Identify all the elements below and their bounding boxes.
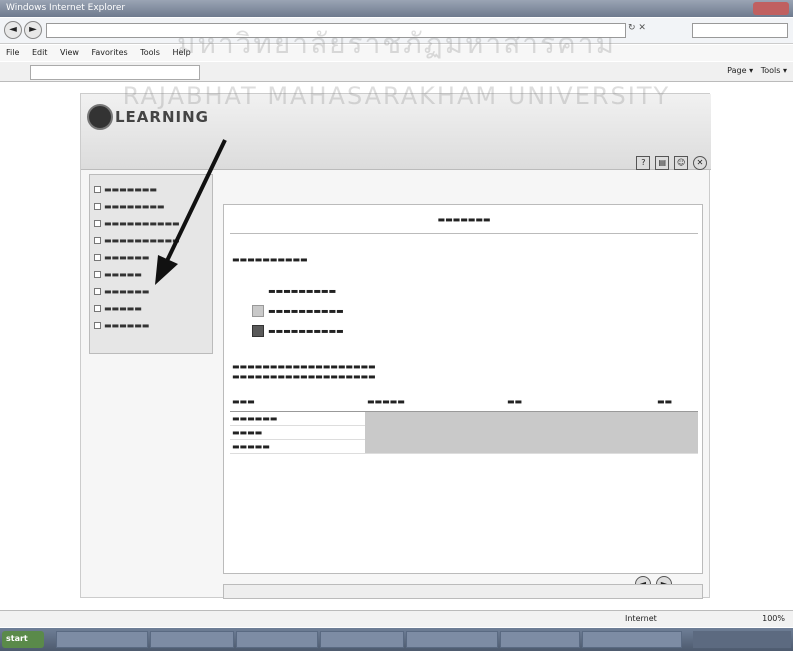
help-icon[interactable]: ? <box>636 156 651 170</box>
section-label: ▬▬▬▬▬▬▬▬▬▬ <box>232 255 308 264</box>
legend-item-2: ▬▬▬▬▬▬▬▬▬▬ <box>252 305 344 317</box>
page-header: LEARNING ? ▤ ☺ ✕ <box>81 94 711 170</box>
sidebar-item-7[interactable]: ▬▬▬▬▬▬ <box>94 283 208 300</box>
people-icon[interactable]: ☺ <box>674 156 689 170</box>
data-table: ▬▬▬ ▬▬▬▬▬ ▬▬ ▬▬ ▬▬▬▬▬▬ ▬▬▬▬ ▬▬▬▬▬ <box>230 393 698 454</box>
sidebar-item-8[interactable]: ▬▬▬▬▬ <box>94 300 208 317</box>
sidebar-item-4[interactable]: ▬▬▬▬▬▬▬▬▬▬ <box>94 232 208 249</box>
table-cell: ▬▬▬▬▬▬ <box>230 411 365 426</box>
table-cell: ▬▬▬▬▬ <box>230 439 365 454</box>
table-shaded-cell <box>365 411 698 454</box>
main-content: ▬▬▬▬▬▬▬ ▬▬▬▬▬▬▬▬▬▬ ▬▬▬▬▬▬▬▬▬ ▬▬▬▬▬▬▬▬▬▬ … <box>223 204 703 574</box>
logo-text: LEARNING <box>115 108 209 126</box>
browser-tab[interactable] <box>30 65 200 80</box>
sidebar-item-1[interactable]: ▬▬▬▬▬▬▬ <box>94 181 208 198</box>
window-title: Windows Internet Explorer <box>6 3 126 13</box>
start-button[interactable]: start <box>2 631 44 648</box>
taskbar-item[interactable] <box>582 631 682 648</box>
url-field[interactable] <box>46 23 626 38</box>
checkbox-icon <box>94 203 101 210</box>
sidebar-item-5[interactable]: ▬▬▬▬▬▬ <box>94 249 208 266</box>
table-header: ▬▬ <box>505 393 655 412</box>
browser-viewport: LEARNING ? ▤ ☺ ✕ ▬▬▬▬▬▬▬ ▬▬▬▬▬▬▬▬ ▬▬▬▬▬▬… <box>0 83 793 608</box>
sidebar-item-6[interactable]: ▬▬▬▬▬ <box>94 266 208 283</box>
window-titlebar: Windows Internet Explorer <box>0 0 793 17</box>
menu-tools[interactable]: Tools <box>140 48 160 57</box>
security-zone: Internet <box>625 614 657 623</box>
taskbar-item[interactable] <box>236 631 318 648</box>
checkbox-icon <box>94 288 101 295</box>
checkbox-icon <box>94 271 101 278</box>
page-menu[interactable]: Page <box>727 66 746 75</box>
table-header: ▬▬▬▬▬ <box>365 393 505 412</box>
sidebar-item-2[interactable]: ▬▬▬▬▬▬▬▬ <box>94 198 208 215</box>
menu-bar: File Edit View Favorites Tools Help <box>0 45 793 61</box>
logout-icon[interactable]: ✕ <box>693 156 707 170</box>
note-line-2: ▬▬▬▬▬▬▬▬▬▬▬▬▬▬▬▬▬▬▬ <box>232 372 376 381</box>
checkbox-icon <box>94 186 101 193</box>
taskbar-item[interactable] <box>56 631 148 648</box>
menu-favorites[interactable]: Favorites <box>92 48 128 57</box>
refresh-stop[interactable]: ↻ ✕ <box>628 23 688 38</box>
checkbox-icon <box>94 220 101 227</box>
legend-swatch <box>252 325 264 337</box>
zoom-level[interactable]: 100% <box>762 614 785 623</box>
page-footer <box>223 584 703 599</box>
checkbox-icon <box>94 237 101 244</box>
address-bar: ◄ ► ↻ ✕ <box>0 18 793 44</box>
menu-edit[interactable]: Edit <box>32 48 48 57</box>
checkbox-icon <box>94 254 101 261</box>
table-header: ▬▬▬ <box>230 393 365 412</box>
learning-logo-icon <box>87 104 113 130</box>
legend-item-1: ▬▬▬▬▬▬▬▬▬ <box>252 285 336 297</box>
tools-menu[interactable]: Tools <box>761 66 781 75</box>
table-header: ▬▬ <box>655 393 698 412</box>
table-header-row: ▬▬▬ ▬▬▬▬▬ ▬▬ ▬▬ <box>230 393 698 412</box>
content-title: ▬▬▬▬▬▬▬ <box>437 215 491 224</box>
table-row[interactable]: ▬▬▬▬▬▬ <box>230 411 698 454</box>
favorites-bar: Page ▾ Tools ▾ <box>0 62 793 82</box>
sidebar-menu: ▬▬▬▬▬▬▬ ▬▬▬▬▬▬▬▬ ▬▬▬▬▬▬▬▬▬▬ ▬▬▬▬▬▬▬▬▬▬ ▬… <box>89 174 213 354</box>
taskbar-item[interactable] <box>500 631 580 648</box>
document-icon[interactable]: ▤ <box>655 156 670 170</box>
checkbox-icon <box>94 322 101 329</box>
checkbox-icon <box>94 305 101 312</box>
windows-taskbar: start <box>0 628 793 651</box>
table-cell: ▬▬▬▬ <box>230 425 365 440</box>
search-input[interactable] <box>692 23 788 38</box>
legend-item-3: ▬▬▬▬▬▬▬▬▬▬ <box>252 325 344 337</box>
system-tray <box>693 631 791 648</box>
status-bar: Internet 100% <box>0 610 793 627</box>
note-text: ▬▬▬▬▬▬▬▬▬▬▬▬▬▬▬▬▬▬▬ ▬▬▬▬▬▬▬▬▬▬▬▬▬▬▬▬▬▬▬ <box>232 362 376 382</box>
divider <box>230 233 698 234</box>
menu-file[interactable]: File <box>6 48 19 57</box>
sidebar-item-3[interactable]: ▬▬▬▬▬▬▬▬▬▬ <box>94 215 208 232</box>
legend-swatch <box>252 285 264 297</box>
learning-page: LEARNING ? ▤ ☺ ✕ ▬▬▬▬▬▬▬ ▬▬▬▬▬▬▬▬ ▬▬▬▬▬▬… <box>80 93 711 599</box>
menu-view[interactable]: View <box>60 48 79 57</box>
back-arrow-icon[interactable]: ◄ <box>4 21 22 39</box>
forward-arrow-icon[interactable]: ► <box>24 21 42 39</box>
sidebar-item-9[interactable]: ▬▬▬▬▬▬ <box>94 317 208 334</box>
taskbar-item[interactable] <box>406 631 498 648</box>
command-bar: Page ▾ Tools ▾ <box>727 66 787 75</box>
note-line-1: ▬▬▬▬▬▬▬▬▬▬▬▬▬▬▬▬▬▬▬ <box>232 362 376 371</box>
taskbar-item[interactable] <box>150 631 234 648</box>
window-controls[interactable] <box>753 2 789 15</box>
taskbar-item[interactable] <box>320 631 404 648</box>
menu-help[interactable]: Help <box>172 48 190 57</box>
legend-swatch <box>252 305 264 317</box>
toolbar-icons: ? ▤ ☺ ✕ <box>634 156 707 172</box>
